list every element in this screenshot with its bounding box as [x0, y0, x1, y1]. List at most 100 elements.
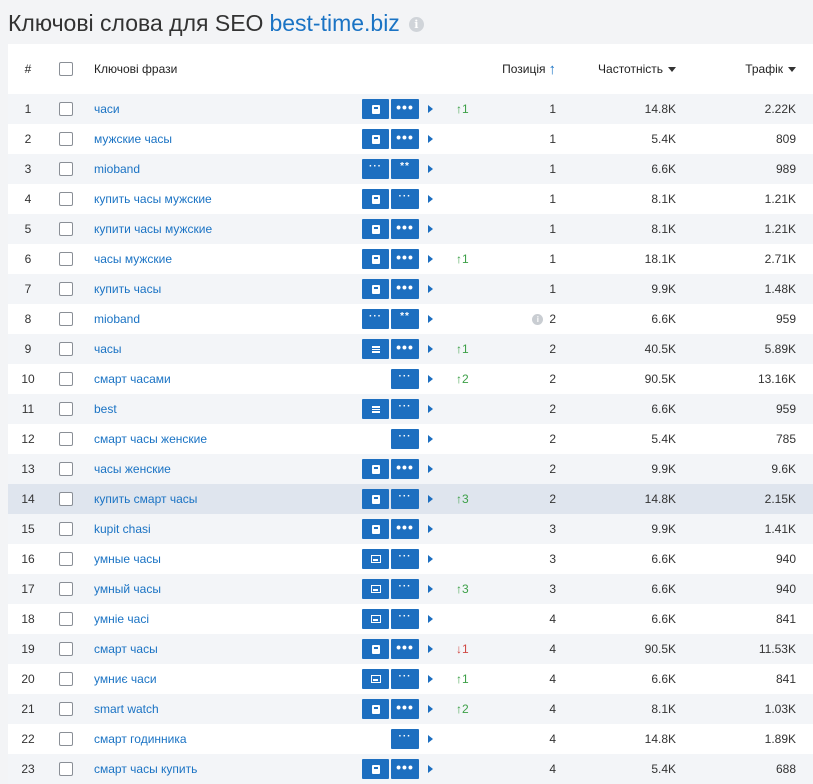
serp-feature-button[interactable]: [362, 189, 389, 209]
row-checkbox[interactable]: [59, 462, 73, 476]
expand-arrow-icon[interactable]: [428, 765, 433, 773]
row-checkbox[interactable]: [59, 102, 73, 116]
row-checkbox[interactable]: [59, 312, 73, 326]
expand-arrow-icon[interactable]: [428, 675, 433, 683]
keyword-link[interactable]: смарт часами: [94, 364, 354, 394]
keyword-link[interactable]: купить часы: [94, 274, 354, 304]
keyword-link[interactable]: умные часы: [94, 544, 354, 574]
more-actions-button[interactable]: •••: [391, 459, 419, 479]
serp-feature-button[interactable]: [362, 759, 389, 779]
more-actions-button[interactable]: ···: [391, 399, 419, 419]
serp-feature-button[interactable]: [362, 129, 389, 149]
row-checkbox[interactable]: [59, 432, 73, 446]
serp-feature-button[interactable]: [362, 459, 389, 479]
more-actions-button[interactable]: **: [391, 309, 419, 329]
row-checkbox[interactable]: [59, 342, 73, 356]
more-actions-button[interactable]: ···: [391, 189, 419, 209]
more-actions-button[interactable]: •••: [391, 519, 419, 539]
expand-arrow-icon[interactable]: [428, 375, 433, 383]
row-checkbox[interactable]: [59, 642, 73, 656]
row-checkbox[interactable]: [59, 762, 73, 776]
expand-arrow-icon[interactable]: [428, 315, 433, 323]
expand-arrow-icon[interactable]: [428, 495, 433, 503]
keyword-link[interactable]: mioband: [94, 154, 354, 184]
expand-arrow-icon[interactable]: [428, 345, 433, 353]
row-checkbox[interactable]: [59, 252, 73, 266]
more-actions-button[interactable]: ···: [391, 579, 419, 599]
expand-arrow-icon[interactable]: [428, 645, 433, 653]
expand-arrow-icon[interactable]: [428, 405, 433, 413]
expand-arrow-icon[interactable]: [428, 615, 433, 623]
row-checkbox[interactable]: [59, 732, 73, 746]
more-actions-button[interactable]: •••: [391, 219, 419, 239]
expand-arrow-icon[interactable]: [428, 285, 433, 293]
more-actions-button[interactable]: ···: [391, 489, 419, 509]
expand-arrow-icon[interactable]: [428, 525, 433, 533]
keyword-link[interactable]: купить часы мужские: [94, 184, 354, 214]
keyword-link[interactable]: смарт часы купить: [94, 754, 354, 784]
serp-feature-button[interactable]: ···: [362, 159, 389, 179]
more-actions-button[interactable]: •••: [391, 129, 419, 149]
serp-feature-button[interactable]: [362, 699, 389, 719]
row-checkbox[interactable]: [59, 402, 73, 416]
header-traffic[interactable]: Трафік: [688, 44, 796, 94]
more-actions-button[interactable]: •••: [391, 699, 419, 719]
keyword-link[interactable]: купить смарт часы: [94, 484, 354, 514]
keyword-link[interactable]: best: [94, 394, 354, 424]
more-actions-button[interactable]: •••: [391, 279, 419, 299]
row-checkbox[interactable]: [59, 702, 73, 716]
row-checkbox[interactable]: [59, 612, 73, 626]
serp-feature-button[interactable]: [362, 519, 389, 539]
keyword-link[interactable]: часи: [94, 94, 354, 124]
keyword-link[interactable]: mioband: [94, 304, 354, 334]
expand-arrow-icon[interactable]: [428, 105, 433, 113]
row-checkbox[interactable]: [59, 522, 73, 536]
more-actions-button[interactable]: ···: [391, 609, 419, 629]
keyword-link[interactable]: часы: [94, 334, 354, 364]
row-checkbox[interactable]: [59, 132, 73, 146]
keyword-link[interactable]: мужские часы: [94, 124, 354, 154]
keyword-link[interactable]: умніе часі: [94, 604, 354, 634]
keyword-link[interactable]: умный часы: [94, 574, 354, 604]
row-checkbox[interactable]: [59, 282, 73, 296]
more-actions-button[interactable]: ···: [391, 669, 419, 689]
more-actions-button[interactable]: ···: [391, 369, 419, 389]
more-actions-button[interactable]: **: [391, 159, 419, 179]
expand-arrow-icon[interactable]: [428, 465, 433, 473]
serp-feature-button[interactable]: [362, 219, 389, 239]
more-actions-button[interactable]: ···: [391, 549, 419, 569]
info-icon[interactable]: i: [408, 17, 424, 32]
serp-feature-button[interactable]: [362, 279, 389, 299]
keyword-link[interactable]: купити часы мужские: [94, 214, 354, 244]
serp-feature-button[interactable]: [362, 669, 389, 689]
serp-feature-button[interactable]: [362, 549, 389, 569]
more-actions-button[interactable]: ···: [391, 729, 419, 749]
serp-feature-button[interactable]: [362, 489, 389, 509]
serp-feature-button[interactable]: [362, 639, 389, 659]
select-all-checkbox[interactable]: [59, 62, 73, 76]
header-frequency[interactable]: Частотність: [568, 44, 676, 94]
expand-arrow-icon[interactable]: [428, 195, 433, 203]
info-icon[interactable]: i: [532, 313, 544, 325]
keyword-link[interactable]: часы мужские: [94, 244, 354, 274]
header-position[interactable]: Позиція ↑: [478, 44, 556, 94]
serp-feature-button[interactable]: [362, 609, 389, 629]
keyword-link[interactable]: часы женские: [94, 454, 354, 484]
serp-feature-button[interactable]: [362, 99, 389, 119]
more-actions-button[interactable]: •••: [391, 249, 419, 269]
keyword-link[interactable]: смарт годинника: [94, 724, 354, 754]
expand-arrow-icon[interactable]: [428, 705, 433, 713]
expand-arrow-icon[interactable]: [428, 435, 433, 443]
expand-arrow-icon[interactable]: [428, 165, 433, 173]
more-actions-button[interactable]: ···: [391, 429, 419, 449]
keyword-link[interactable]: умниє часи: [94, 664, 354, 694]
more-actions-button[interactable]: •••: [391, 759, 419, 779]
serp-feature-button[interactable]: [362, 579, 389, 599]
keyword-link[interactable]: kupit chasi: [94, 514, 354, 544]
serp-feature-button[interactable]: [362, 249, 389, 269]
domain-link[interactable]: best-time.biz: [269, 10, 399, 37]
expand-arrow-icon[interactable]: [428, 135, 433, 143]
row-checkbox[interactable]: [59, 222, 73, 236]
expand-arrow-icon[interactable]: [428, 225, 433, 233]
row-checkbox[interactable]: [59, 162, 73, 176]
